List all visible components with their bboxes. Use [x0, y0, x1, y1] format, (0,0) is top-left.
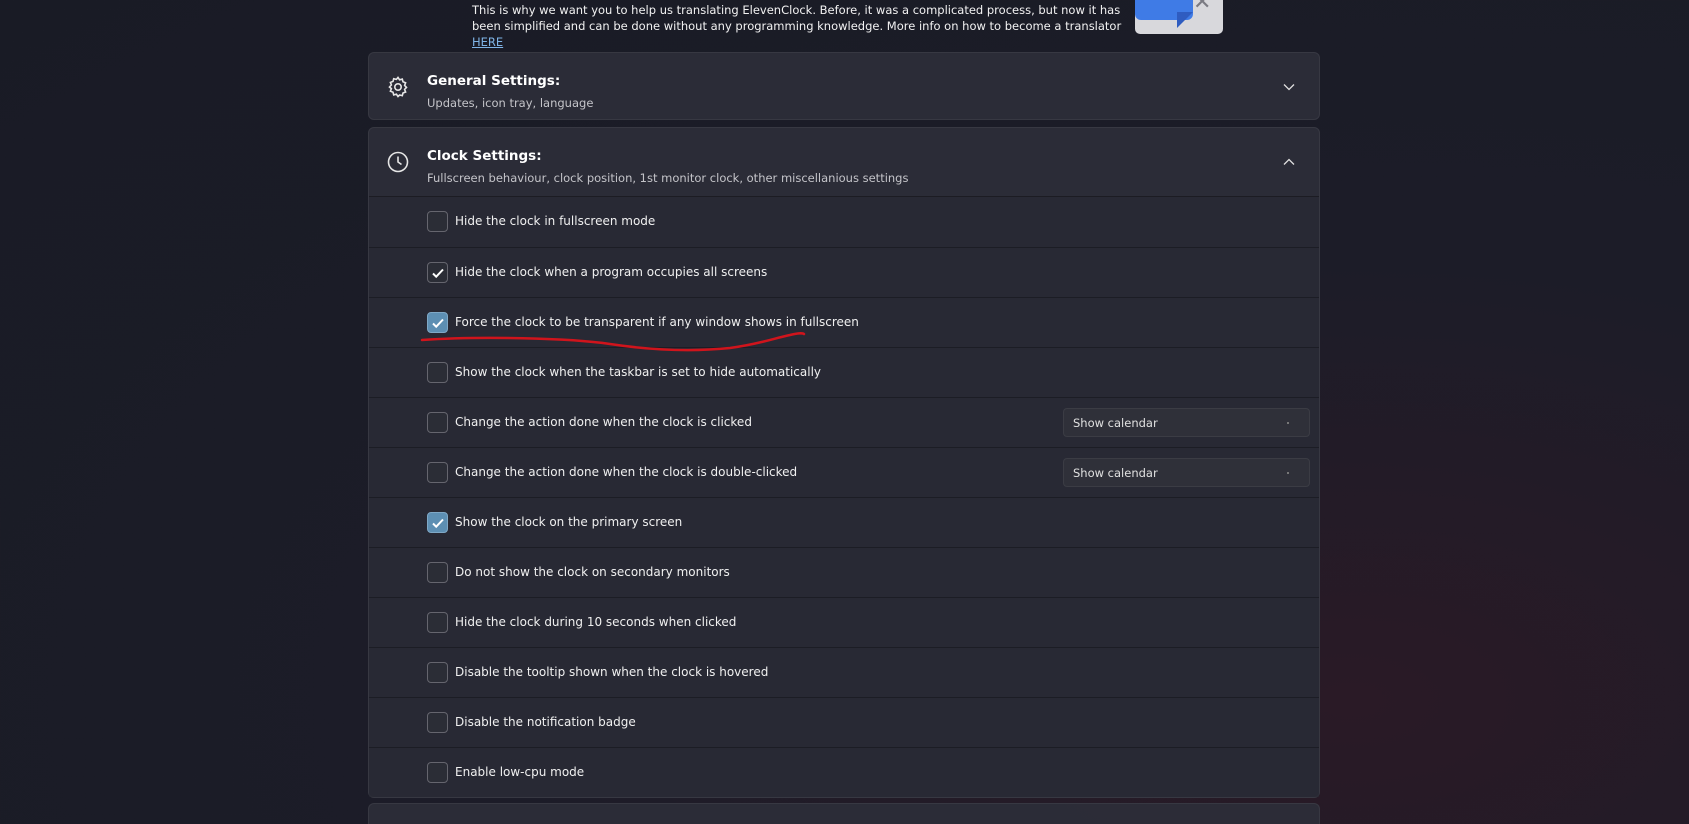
- setting-row: Disable the notification badge: [369, 697, 1319, 747]
- translator-banner-text: This is why we want you to help us trans…: [472, 2, 1132, 50]
- clock-icon: [387, 151, 409, 173]
- setting-label: Force the clock to be transparent if any…: [455, 315, 859, 329]
- setting-label: Change the action done when the clock is…: [455, 415, 752, 429]
- setting-row: Enable low-cpu mode: [369, 747, 1319, 797]
- setting-row: Hide the clock when a program occupies a…: [369, 247, 1319, 297]
- setting-checkbox[interactable]: [427, 662, 448, 683]
- setting-checkbox[interactable]: [427, 562, 448, 583]
- setting-label: Change the action done when the clock is…: [455, 465, 798, 479]
- chevron-down-icon[interactable]: [1283, 81, 1295, 93]
- next-settings-section: [368, 803, 1320, 824]
- banner-illustration: ✕: [1135, 0, 1223, 34]
- red-underline-annotation: [420, 332, 806, 352]
- clock-settings-list: Hide the clock in fullscreen mode Hide th…: [369, 196, 1319, 797]
- general-settings-header[interactable]: General Settings: Updates, icon tray, la…: [369, 53, 1319, 121]
- setting-checkbox[interactable]: [427, 512, 448, 533]
- action-dropdown[interactable]: Show calendar: [1063, 458, 1310, 487]
- setting-row: Hide the clock during 10 seconds when cl…: [369, 597, 1319, 647]
- checkmark-icon: [432, 318, 444, 329]
- dropdown-value: Show calendar: [1073, 466, 1158, 480]
- setting-label: Disable the notification badge: [455, 715, 636, 729]
- dropdown-arrow-icon: [1287, 472, 1289, 474]
- setting-label: Hide the clock when a program occupies a…: [455, 265, 768, 279]
- setting-label: Hide the clock during 10 seconds when cl…: [455, 615, 737, 629]
- setting-label: Do not show the clock on secondary monit…: [455, 565, 730, 579]
- action-dropdown[interactable]: Show calendar: [1063, 408, 1310, 437]
- setting-label: Show the clock when the taskbar is set t…: [455, 365, 822, 379]
- setting-label: Show the clock on the primary screen: [455, 515, 683, 529]
- dropdown-arrow-icon: [1287, 422, 1289, 424]
- clock-settings-title: Clock Settings:: [427, 148, 542, 164]
- general-settings-section: General Settings: Updates, icon tray, la…: [368, 52, 1320, 120]
- setting-row: Disable the tooltip shown when the clock…: [369, 647, 1319, 697]
- checkmark-icon: [432, 268, 444, 279]
- setting-row: Change the action done when the clock is…: [369, 447, 1319, 497]
- setting-row: Show the clock on the primary screen: [369, 497, 1319, 547]
- clock-settings-header[interactable]: Clock Settings: Fullscreen behaviour, cl…: [369, 128, 1319, 196]
- clock-settings-section: Clock Settings: Fullscreen behaviour, cl…: [368, 127, 1320, 798]
- checkmark-icon: [432, 518, 444, 529]
- translator-help-link[interactable]: HERE: [472, 35, 503, 49]
- setting-label: Enable low-cpu mode: [455, 765, 585, 779]
- setting-label: Disable the tooltip shown when the clock…: [455, 665, 769, 679]
- setting-checkbox[interactable]: [427, 412, 448, 433]
- clock-settings-subtitle: Fullscreen behaviour, clock position, 1s…: [427, 171, 909, 185]
- setting-checkbox[interactable]: [427, 362, 448, 383]
- close-icon: ✕: [1193, 0, 1212, 15]
- setting-checkbox[interactable]: [427, 211, 448, 232]
- banner-message: This is why we want you to help us trans…: [472, 3, 1122, 33]
- setting-checkbox[interactable]: [427, 462, 448, 483]
- setting-checkbox[interactable]: [427, 262, 448, 283]
- general-settings-title: General Settings:: [427, 73, 561, 89]
- setting-checkbox[interactable]: [427, 612, 448, 633]
- setting-label: Hide the clock in fullscreen mode: [455, 214, 656, 228]
- setting-row: Hide the clock in fullscreen mode: [369, 197, 1319, 247]
- dropdown-value: Show calendar: [1073, 416, 1158, 430]
- general-settings-subtitle: Updates, icon tray, language: [427, 96, 594, 110]
- chevron-up-icon[interactable]: [1283, 156, 1295, 168]
- setting-checkbox[interactable]: [427, 712, 448, 733]
- setting-row: Do not show the clock on secondary monit…: [369, 547, 1319, 597]
- setting-checkbox[interactable]: [427, 762, 448, 783]
- setting-row: Change the action done when the clock is…: [369, 397, 1319, 447]
- gear-icon: [388, 76, 408, 98]
